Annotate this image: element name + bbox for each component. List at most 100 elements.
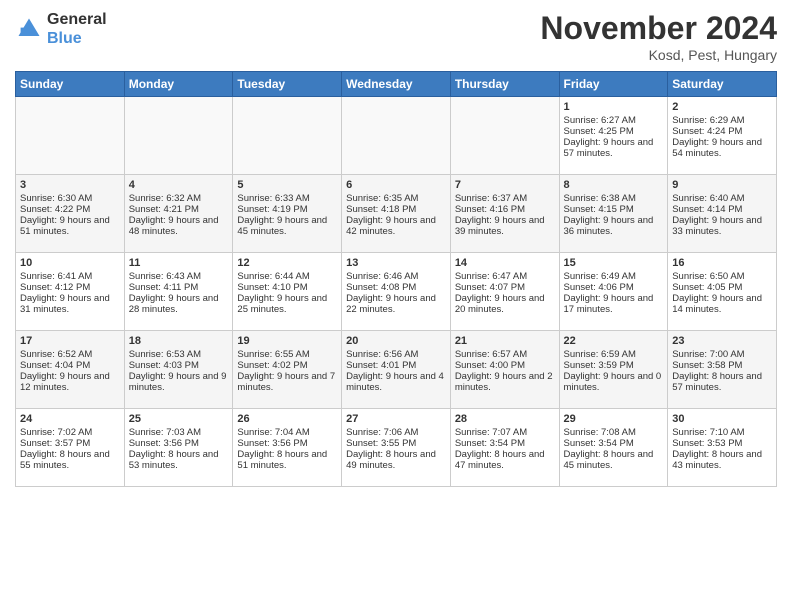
sunrise: Sunrise: 6:49 AM [564, 271, 636, 282]
daylight: Daylight: 9 hours and 0 minutes. [564, 371, 662, 393]
day-number: 14 [455, 257, 555, 269]
sunset: Sunset: 4:11 PM [129, 282, 199, 293]
sunrise: Sunrise: 6:30 AM [20, 193, 92, 204]
day-number: 8 [564, 179, 664, 191]
calendar-cell: 30Sunrise: 7:10 AMSunset: 3:53 PMDayligh… [668, 409, 777, 487]
daylight: Daylight: 9 hours and 45 minutes. [237, 215, 327, 237]
calendar-week-2: 3Sunrise: 6:30 AMSunset: 4:22 PMDaylight… [16, 175, 777, 253]
sunset: Sunset: 4:18 PM [346, 204, 416, 215]
sunrise: Sunrise: 6:37 AM [455, 193, 527, 204]
daylight: Daylight: 8 hours and 57 minutes. [672, 371, 762, 393]
month-title: November 2024 [540, 10, 777, 47]
calendar-cell [16, 97, 125, 175]
daylight: Daylight: 8 hours and 55 minutes. [20, 449, 110, 471]
logo: General Blue [15, 10, 107, 48]
sunrise: Sunrise: 7:07 AM [455, 427, 527, 438]
sunset: Sunset: 4:05 PM [672, 282, 742, 293]
calendar-cell: 28Sunrise: 7:07 AMSunset: 3:54 PMDayligh… [450, 409, 559, 487]
sunset: Sunset: 4:22 PM [20, 204, 90, 215]
calendar-cell: 9Sunrise: 6:40 AMSunset: 4:14 PMDaylight… [668, 175, 777, 253]
day-number: 4 [129, 179, 229, 191]
calendar-cell: 23Sunrise: 7:00 AMSunset: 3:58 PMDayligh… [668, 331, 777, 409]
daylight: Daylight: 9 hours and 31 minutes. [20, 293, 110, 315]
daylight: Daylight: 9 hours and 4 minutes. [346, 371, 444, 393]
sunrise: Sunrise: 7:08 AM [564, 427, 636, 438]
sunrise: Sunrise: 7:10 AM [672, 427, 744, 438]
sunset: Sunset: 4:25 PM [564, 126, 634, 137]
day-number: 27 [346, 413, 446, 425]
sunrise: Sunrise: 6:55 AM [237, 349, 309, 360]
day-number: 26 [237, 413, 337, 425]
calendar-cell: 12Sunrise: 6:44 AMSunset: 4:10 PMDayligh… [233, 253, 342, 331]
calendar-cell: 19Sunrise: 6:55 AMSunset: 4:02 PMDayligh… [233, 331, 342, 409]
calendar-cell: 17Sunrise: 6:52 AMSunset: 4:04 PMDayligh… [16, 331, 125, 409]
sunset: Sunset: 3:57 PM [20, 438, 90, 449]
sunset: Sunset: 4:24 PM [672, 126, 742, 137]
day-number: 21 [455, 335, 555, 347]
sunrise: Sunrise: 6:38 AM [564, 193, 636, 204]
sunset: Sunset: 4:14 PM [672, 204, 742, 215]
sunset: Sunset: 3:56 PM [129, 438, 199, 449]
sunset: Sunset: 3:56 PM [237, 438, 307, 449]
sunrise: Sunrise: 6:50 AM [672, 271, 744, 282]
calendar-week-3: 10Sunrise: 6:41 AMSunset: 4:12 PMDayligh… [16, 253, 777, 331]
day-number: 5 [237, 179, 337, 191]
sunrise: Sunrise: 6:47 AM [455, 271, 527, 282]
calendar-cell: 11Sunrise: 6:43 AMSunset: 4:11 PMDayligh… [124, 253, 233, 331]
title-section: November 2024 Kosd, Pest, Hungary [540, 10, 777, 63]
col-thursday: Thursday [450, 72, 559, 97]
daylight: Daylight: 9 hours and 7 minutes. [237, 371, 335, 393]
sunrise: Sunrise: 6:59 AM [564, 349, 636, 360]
day-number: 2 [672, 101, 772, 113]
col-tuesday: Tuesday [233, 72, 342, 97]
sunset: Sunset: 3:53 PM [672, 438, 742, 449]
header-row: Sunday Monday Tuesday Wednesday Thursday… [16, 72, 777, 97]
col-wednesday: Wednesday [342, 72, 451, 97]
day-number: 17 [20, 335, 120, 347]
calendar-cell: 10Sunrise: 6:41 AMSunset: 4:12 PMDayligh… [16, 253, 125, 331]
sunset: Sunset: 4:00 PM [455, 360, 525, 371]
sunrise: Sunrise: 6:53 AM [129, 349, 201, 360]
day-number: 28 [455, 413, 555, 425]
day-number: 20 [346, 335, 446, 347]
sunrise: Sunrise: 6:41 AM [20, 271, 92, 282]
sunrise: Sunrise: 6:43 AM [129, 271, 201, 282]
daylight: Daylight: 8 hours and 51 minutes. [237, 449, 327, 471]
day-number: 24 [20, 413, 120, 425]
day-number: 25 [129, 413, 229, 425]
sunrise: Sunrise: 6:57 AM [455, 349, 527, 360]
sunrise: Sunrise: 6:40 AM [672, 193, 744, 204]
sunrise: Sunrise: 6:33 AM [237, 193, 309, 204]
sunset: Sunset: 4:15 PM [564, 204, 634, 215]
sunrise: Sunrise: 7:04 AM [237, 427, 309, 438]
calendar-week-4: 17Sunrise: 6:52 AMSunset: 4:04 PMDayligh… [16, 331, 777, 409]
day-number: 29 [564, 413, 664, 425]
day-number: 23 [672, 335, 772, 347]
daylight: Daylight: 8 hours and 45 minutes. [564, 449, 654, 471]
day-number: 18 [129, 335, 229, 347]
daylight: Daylight: 9 hours and 2 minutes. [455, 371, 553, 393]
sunset: Sunset: 4:06 PM [564, 282, 634, 293]
day-number: 16 [672, 257, 772, 269]
sunset: Sunset: 3:55 PM [346, 438, 416, 449]
sunrise: Sunrise: 6:35 AM [346, 193, 418, 204]
col-saturday: Saturday [668, 72, 777, 97]
calendar-cell: 14Sunrise: 6:47 AMSunset: 4:07 PMDayligh… [450, 253, 559, 331]
sunset: Sunset: 3:59 PM [564, 360, 634, 371]
daylight: Daylight: 8 hours and 49 minutes. [346, 449, 436, 471]
sunset: Sunset: 4:10 PM [237, 282, 307, 293]
daylight: Daylight: 9 hours and 57 minutes. [564, 137, 654, 159]
day-number: 12 [237, 257, 337, 269]
sunrise: Sunrise: 6:56 AM [346, 349, 418, 360]
daylight: Daylight: 9 hours and 14 minutes. [672, 293, 762, 315]
sunset: Sunset: 4:12 PM [20, 282, 90, 293]
calendar-cell: 13Sunrise: 6:46 AMSunset: 4:08 PMDayligh… [342, 253, 451, 331]
sunset: Sunset: 4:02 PM [237, 360, 307, 371]
logo-icon [15, 15, 43, 43]
daylight: Daylight: 8 hours and 47 minutes. [455, 449, 545, 471]
sunset: Sunset: 4:19 PM [237, 204, 307, 215]
calendar-cell: 24Sunrise: 7:02 AMSunset: 3:57 PMDayligh… [16, 409, 125, 487]
calendar-cell: 18Sunrise: 6:53 AMSunset: 4:03 PMDayligh… [124, 331, 233, 409]
sunset: Sunset: 3:58 PM [672, 360, 742, 371]
daylight: Daylight: 9 hours and 12 minutes. [20, 371, 110, 393]
